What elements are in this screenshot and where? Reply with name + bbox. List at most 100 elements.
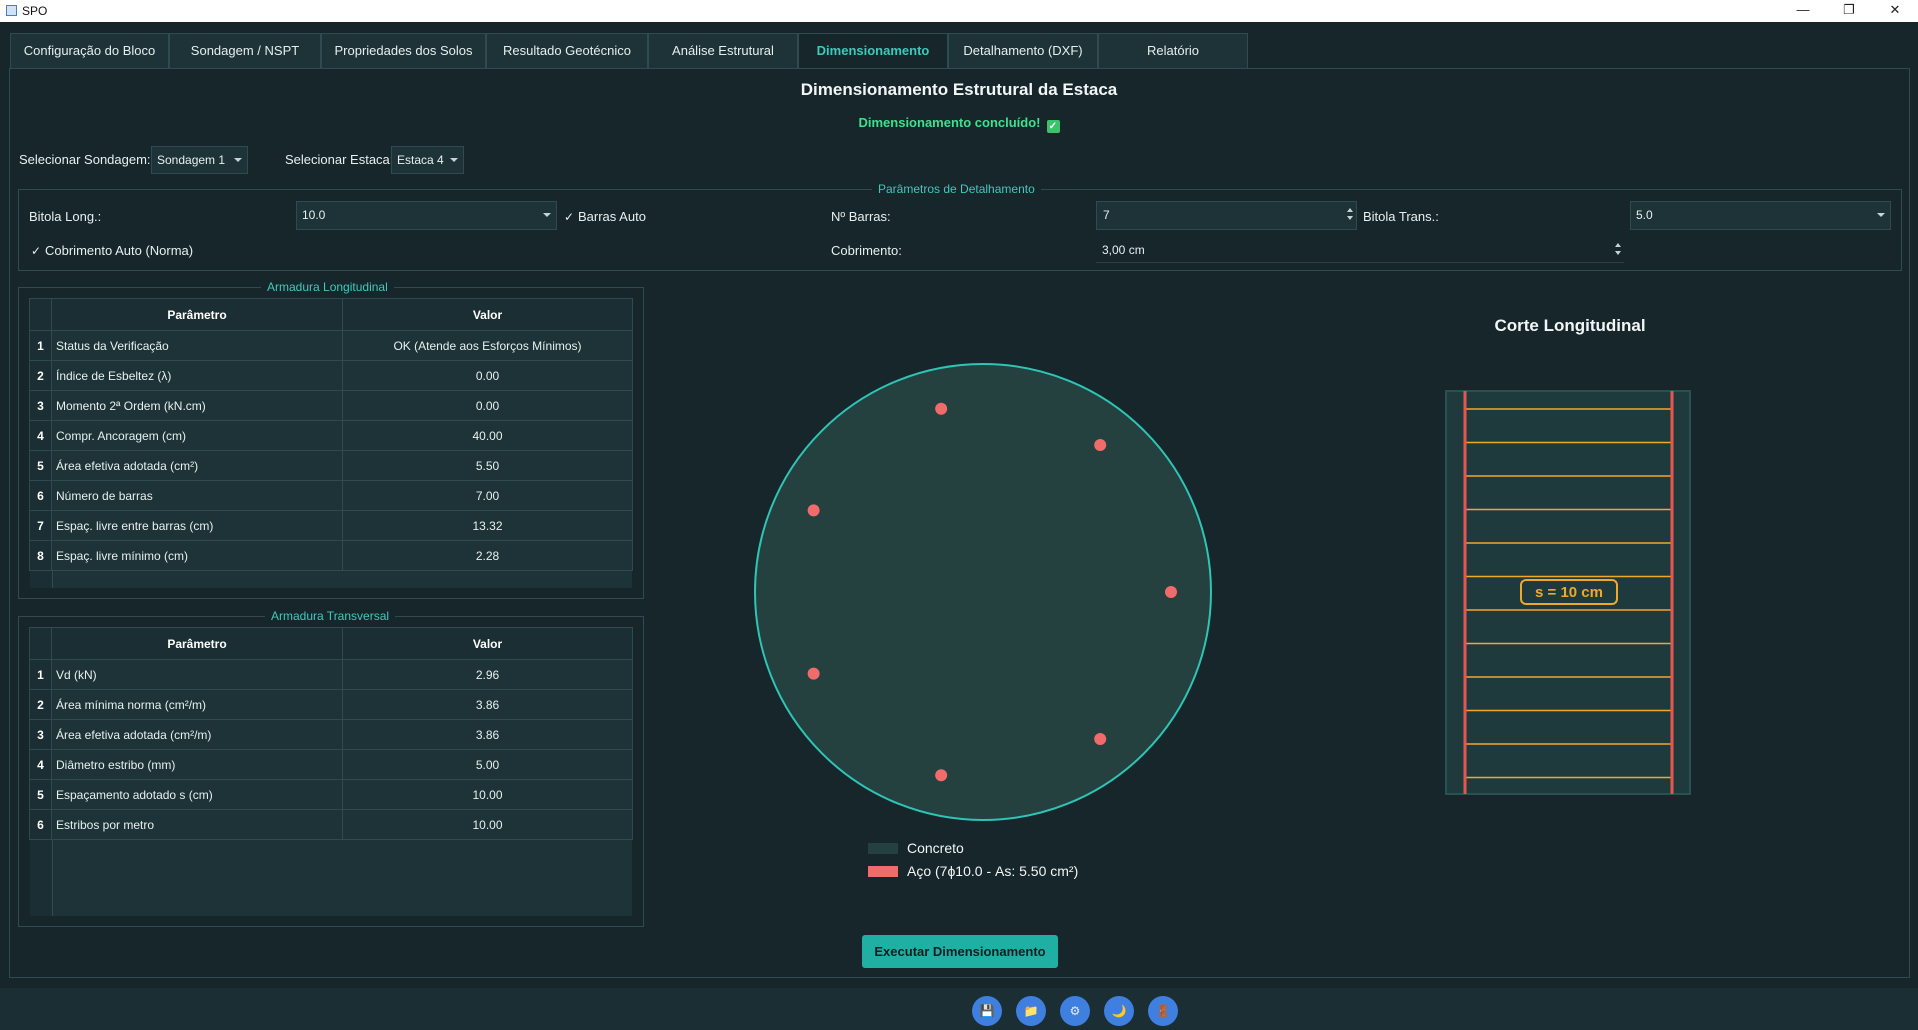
estaca-select-label: Selecionar Estaca: bbox=[285, 152, 394, 167]
tab-relatorio[interactable]: Relatório bbox=[1098, 33, 1248, 69]
settings-icon[interactable]: ⚙ bbox=[1060, 996, 1090, 1026]
table-row[interactable]: 1 Status da Verificação OK (Atende aos Esf… bbox=[29, 330, 633, 361]
cobrimento-spinbox[interactable]: 3,00 cm bbox=[1096, 237, 1624, 263]
check-box-icon: ✓ bbox=[1046, 120, 1060, 133]
spin-down-icon[interactable] bbox=[1347, 216, 1353, 220]
table-row[interactable]: 4 Diâmetro estribo (mm) 5.00 bbox=[29, 749, 633, 780]
cobrimento-auto-checkbox[interactable]: ✓ Cobrimento Auto (Norma) bbox=[31, 243, 193, 258]
value-cell[interactable]: 2.28 bbox=[342, 540, 633, 571]
param-cell[interactable]: Espaçamento adotado s (cm) bbox=[51, 779, 343, 810]
value-cell[interactable]: 0.00 bbox=[342, 360, 633, 391]
row-index: 5 bbox=[29, 779, 52, 810]
bitola-long-value: 10.0 bbox=[302, 208, 326, 222]
param-cell[interactable]: Vd (kN) bbox=[51, 659, 343, 690]
param-cell[interactable]: Espaç. livre mínimo (cm) bbox=[51, 540, 343, 571]
table-row[interactable]: 2 Índice de Esbeltez (λ) 0.00 bbox=[29, 360, 633, 391]
param-cell[interactable]: Compr. Ancoragem (cm) bbox=[51, 420, 343, 451]
value-cell[interactable]: 13.32 bbox=[342, 510, 633, 541]
param-cell[interactable]: Área efetiva adotada (cm²) bbox=[51, 450, 343, 481]
tab-dimensionamento[interactable]: Dimensionamento bbox=[798, 33, 948, 69]
bitola-long-select[interactable]: 10.0 bbox=[296, 201, 557, 230]
table-row[interactable]: 7 Espaç. livre entre barras (cm) 13.32 bbox=[29, 510, 633, 541]
table-row[interactable]: 3 Área efetiva adotada (cm²/m) 3.86 bbox=[29, 719, 633, 750]
tab-resultado-geotecnico[interactable]: Resultado Geotécnico bbox=[486, 33, 648, 69]
value-cell[interactable]: 5.50 bbox=[342, 450, 633, 481]
value-cell[interactable]: 10.00 bbox=[342, 779, 633, 810]
value-cell[interactable]: OK (Atende aos Esforços Mínimos) bbox=[342, 330, 633, 361]
table-row[interactable]: 4 Compr. Ancoragem (cm) 40.00 bbox=[29, 420, 633, 451]
bitola-trans-select[interactable]: 5.0 bbox=[1630, 201, 1891, 230]
table-corner bbox=[29, 298, 52, 331]
param-cell[interactable]: Número de barras bbox=[51, 480, 343, 511]
column-header-valor[interactable]: Valor bbox=[342, 627, 633, 660]
value-cell[interactable]: 10.00 bbox=[342, 809, 633, 840]
folder-icon[interactable]: 📁 bbox=[1016, 996, 1046, 1026]
param-cell[interactable]: Estribos por metro bbox=[51, 809, 343, 840]
param-cell[interactable]: Área mínima norma (cm²/m) bbox=[51, 689, 343, 720]
param-cell[interactable]: Espaç. livre entre barras (cm) bbox=[51, 510, 343, 541]
value-cell[interactable]: 3.86 bbox=[342, 719, 633, 750]
value-cell[interactable]: 2.96 bbox=[342, 659, 633, 690]
table-row[interactable]: 2 Área mínima norma (cm²/m) 3.86 bbox=[29, 689, 633, 720]
column-header-parametro[interactable]: Parâmetro bbox=[51, 627, 343, 660]
bitola-trans-value: 5.0 bbox=[1636, 208, 1653, 222]
checkmark-icon: ✓ bbox=[564, 210, 575, 224]
column-header-valor[interactable]: Valor bbox=[342, 298, 633, 331]
moon-icon[interactable]: 🌙 bbox=[1104, 996, 1134, 1026]
sondagem-select[interactable]: Sondagem 1 bbox=[151, 146, 248, 174]
value-cell[interactable]: 5.00 bbox=[342, 749, 633, 780]
estaca-select[interactable]: Estaca 4 bbox=[391, 146, 464, 174]
table-corner bbox=[29, 627, 52, 660]
longitudinal-section-drawing: s = 10 cm bbox=[1445, 390, 1691, 795]
value-cell[interactable]: 3.86 bbox=[342, 689, 633, 720]
spin-down-icon[interactable] bbox=[1615, 251, 1621, 255]
bitola-long-label: Bitola Long.: bbox=[29, 209, 102, 224]
table-row[interactable]: 5 Espaçamento adotado s (cm) 10.00 bbox=[29, 779, 633, 810]
run-dimensioning-button[interactable]: Executar Dimensionamento bbox=[862, 935, 1058, 968]
page-title: Dimensionamento Estrutural da Estaca bbox=[800, 80, 1118, 99]
exit-icon[interactable]: 🚪 bbox=[1148, 996, 1178, 1026]
row-index: 3 bbox=[29, 390, 52, 421]
row-index: 1 bbox=[29, 330, 52, 361]
restore-button[interactable]: ❐ bbox=[1826, 0, 1872, 22]
value-cell[interactable]: 40.00 bbox=[342, 420, 633, 451]
spacing-label: s = 10 cm bbox=[1535, 584, 1603, 601]
steel-bar bbox=[807, 504, 820, 517]
spin-up-icon[interactable] bbox=[1347, 208, 1353, 212]
row-index: 4 bbox=[29, 749, 52, 780]
n-barras-spinbox[interactable]: 7 bbox=[1096, 201, 1357, 230]
param-cell[interactable]: Índice de Esbeltez (λ) bbox=[51, 360, 343, 391]
value-cell[interactable]: 7.00 bbox=[342, 480, 633, 511]
spin-up-icon[interactable] bbox=[1615, 243, 1621, 247]
table-row[interactable]: 6 Estribos por metro 10.00 bbox=[29, 809, 633, 840]
barras-auto-label: Barras Auto bbox=[578, 209, 646, 224]
barras-auto-checkbox[interactable]: ✓ Barras Auto bbox=[564, 209, 646, 224]
chevron-down-icon bbox=[234, 158, 242, 162]
tab-propriedades-solos[interactable]: Propriedades dos Solos bbox=[321, 33, 486, 69]
table-row[interactable]: 1 Vd (kN) 2.96 bbox=[29, 659, 633, 690]
param-cell[interactable]: Momento 2ª Ordem (kN.cm) bbox=[51, 390, 343, 421]
value-cell[interactable]: 0.00 bbox=[342, 390, 633, 421]
column-header-parametro[interactable]: Parâmetro bbox=[51, 298, 343, 331]
bitola-trans-label: Bitola Trans.: bbox=[1363, 209, 1439, 224]
save-icon[interactable]: 💾 bbox=[972, 996, 1002, 1026]
tab-detalhamento-dxf[interactable]: Detalhamento (DXF) bbox=[948, 33, 1098, 69]
tab-analise-estrutural[interactable]: Análise Estrutural bbox=[648, 33, 798, 69]
table-row[interactable]: 5 Área efetiva adotada (cm²) 5.50 bbox=[29, 450, 633, 481]
param-cell[interactable]: Status da Verificação bbox=[51, 330, 343, 361]
param-cell[interactable]: Área efetiva adotada (cm²/m) bbox=[51, 719, 343, 750]
table-row[interactable]: 3 Momento 2ª Ordem (kN.cm) 0.00 bbox=[29, 390, 633, 421]
n-barras-value: 7 bbox=[1103, 208, 1110, 222]
tab-configuracao-bloco[interactable]: Configuração do Bloco bbox=[10, 33, 169, 69]
legend-steel-label: Aço (7ϕ10.0 - As: 5.50 cm²) bbox=[907, 863, 1079, 879]
table-empty-area bbox=[52, 840, 632, 916]
close-button[interactable]: ✕ bbox=[1872, 0, 1918, 22]
table-row[interactable]: 8 Espaç. livre mínimo (cm) 2.28 bbox=[29, 540, 633, 571]
row-index: 6 bbox=[29, 809, 52, 840]
minimize-button[interactable]: — bbox=[1780, 0, 1826, 22]
status-text: Dimensionamento concluído! bbox=[858, 115, 1041, 130]
table-row[interactable]: 6 Número de barras 7.00 bbox=[29, 480, 633, 511]
tab-sondagem-nspt[interactable]: Sondagem / NSPT bbox=[169, 33, 321, 69]
row-index: 4 bbox=[29, 420, 52, 451]
param-cell[interactable]: Diâmetro estribo (mm) bbox=[51, 749, 343, 780]
